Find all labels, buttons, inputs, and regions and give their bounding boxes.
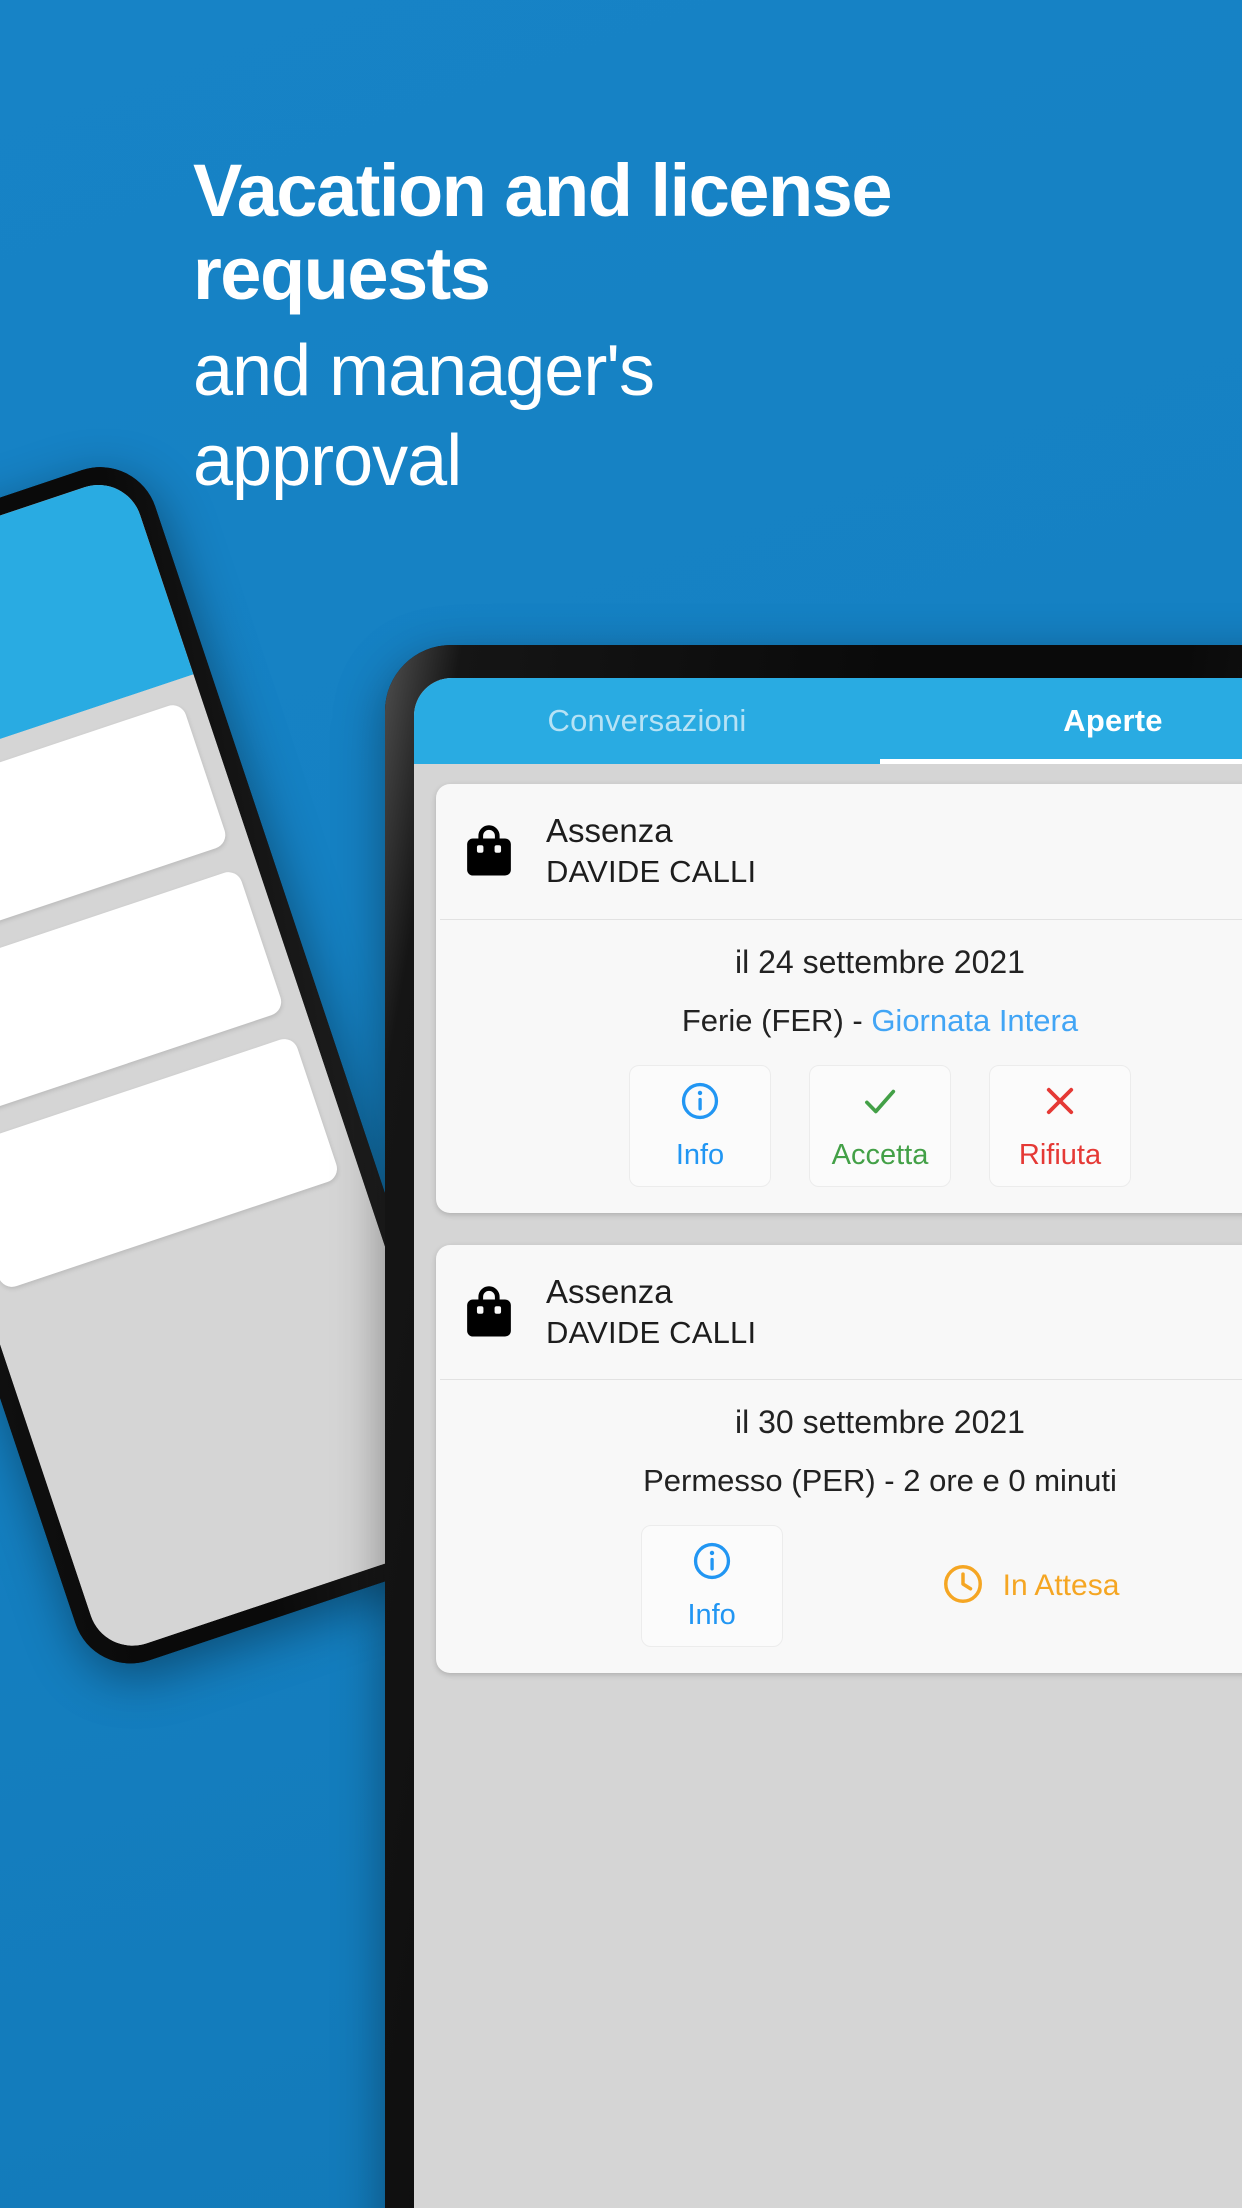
request-actions: Info Accetta Rifiuta: [456, 1064, 1242, 1187]
info-button[interactable]: Info: [629, 1064, 771, 1187]
tab-bar: Conversazioni Aperte: [414, 678, 1242, 764]
request-detail-highlight: Giornata Intera: [871, 1002, 1079, 1038]
reject-button-label: Rifiuta: [1018, 1138, 1102, 1171]
close-x-icon: [1039, 1080, 1081, 1127]
check-icon: [859, 1080, 901, 1127]
request-person: DAVIDE CALLI: [546, 854, 757, 890]
headline-bold-text: Vacation and license requests: [193, 149, 892, 315]
request-actions: Info In Attesa: [456, 1525, 1242, 1648]
info-button[interactable]: Info: [640, 1525, 783, 1648]
request-type: Assenza: [546, 1272, 673, 1310]
promo-headline: Vacation and license requests and manage…: [193, 149, 913, 506]
info-button-label: Info: [687, 1599, 736, 1632]
info-circle-icon: [691, 1540, 733, 1587]
request-card-header[interactable]: Assenza DAVIDE CALLI: [436, 784, 1242, 919]
request-type: Assenza: [546, 812, 673, 849]
tab-label: Aperte: [1063, 703, 1163, 738]
info-circle-icon: [679, 1080, 721, 1127]
headline-light-text: and manager's approval: [193, 330, 655, 501]
tab-conversazioni[interactable]: Conversazioni: [414, 678, 880, 764]
reject-button[interactable]: Rifiuta: [989, 1064, 1131, 1187]
request-detail: Permesso (PER) - 2 ore e 0 minuti: [456, 1463, 1242, 1499]
request-list[interactable]: Assenza DAVIDE CALLI il 24 settembre 202…: [414, 764, 1242, 2208]
request-card-body: il 30 settembre 2021 Permesso (PER) - 2 …: [436, 1380, 1242, 1673]
clock-icon: [941, 1562, 985, 1611]
request-date: il 30 settembre 2021: [735, 1404, 1025, 1441]
tab-label: Conversazioni: [547, 703, 747, 738]
request-detail-highlight: 2 ore e 0 minuti: [903, 1463, 1117, 1499]
request-card[interactable]: Assenza DAVIDE CALLI il 24 settembre 202…: [436, 784, 1242, 1213]
app-screen: Conversazioni Aperte Assenza DAVIDE CALL…: [414, 678, 1242, 2208]
request-detail: Ferie (FER) - Giornata Intera: [456, 1003, 1242, 1039]
request-date: il 24 settembre 2021: [735, 943, 1025, 980]
request-card[interactable]: Assenza DAVIDE CALLI il 30 settembre 202…: [436, 1244, 1242, 1674]
shopping-bag-icon: [462, 822, 516, 880]
promo-screenshot: Vacation and license requests and manage…: [0, 0, 1242, 2208]
accept-button[interactable]: Accetta: [809, 1064, 951, 1187]
request-detail-prefix: Permesso (PER) -: [643, 1463, 904, 1499]
status-badge: In Attesa: [941, 1562, 1120, 1611]
accept-button-label: Accetta: [831, 1138, 929, 1171]
shopping-bag-icon: [462, 1283, 516, 1341]
tab-aperte[interactable]: Aperte: [880, 678, 1242, 764]
request-card-titles: Assenza DAVIDE CALLI: [546, 810, 1242, 893]
request-card-titles: Assenza DAVIDE CALLI: [546, 1271, 1242, 1354]
tab-active-indicator: [880, 759, 1242, 764]
request-card-body: il 24 settembre 2021 Ferie (FER) - Giorn…: [436, 920, 1242, 1213]
primary-phone-mockup: Conversazioni Aperte Assenza DAVIDE CALL…: [385, 645, 1242, 2208]
request-detail-prefix: Ferie (FER) -: [681, 1002, 872, 1038]
info-button-label: Info: [675, 1138, 725, 1171]
status-badge-label: In Attesa: [1002, 1569, 1120, 1603]
request-card-header[interactable]: Assenza DAVIDE CALLI: [436, 1245, 1242, 1380]
request-person: DAVIDE CALLI: [546, 1314, 757, 1350]
